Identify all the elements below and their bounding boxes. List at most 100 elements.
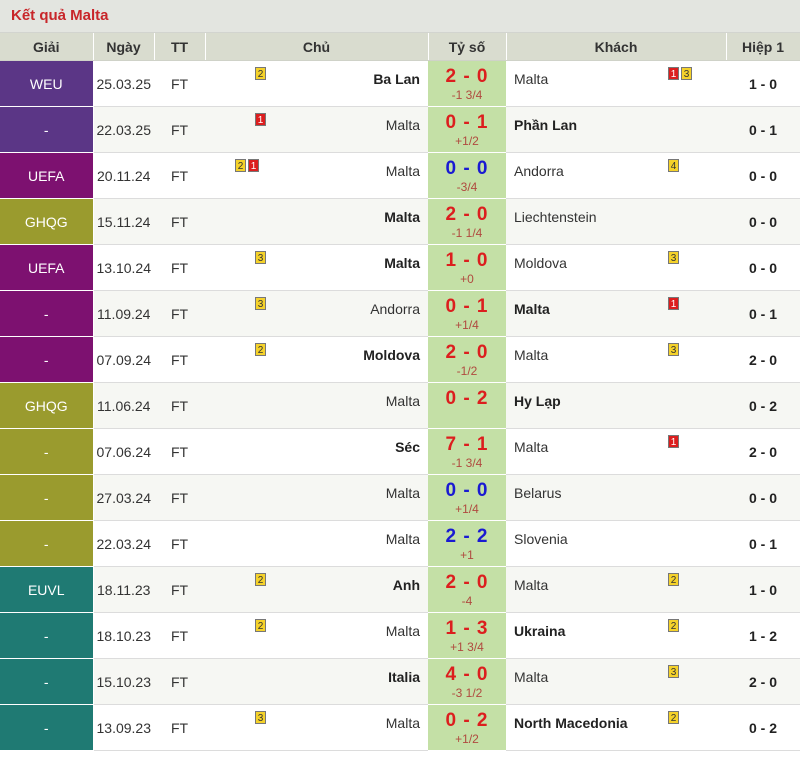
away-team-name[interactable]: Malta [514, 577, 548, 593]
handicap-line: +1/4 [455, 318, 479, 332]
match-status: FT [154, 474, 205, 521]
score-cell[interactable]: 2 - 0 -4 [428, 566, 506, 613]
table-row[interactable]: EUVL 18.11.23 FT 2 Anh 2 - 0 -4 Malta 2 1 - 0 [0, 566, 800, 613]
score-cell[interactable]: 1 - 3 +1 3/4 [428, 612, 506, 659]
table-row[interactable]: UEFA 20.11.24 FT 2 1 Malta 0 - 0 -3/4 Andorra 4 0 … [0, 152, 800, 199]
home-team-name[interactable]: Malta [386, 485, 420, 501]
table-row[interactable]: GHQG 11.06.24 FT Malta 0 - 2 Hy Lạp 0 - 2 [0, 382, 800, 429]
away-team-name[interactable]: Malta [514, 71, 548, 87]
yellow-card-count-icon: 3 [668, 251, 679, 264]
table-row[interactable]: UEFA 13.10.24 FT 3 Malta 1 - 0 +0 Moldova 3 0 - 0 [0, 244, 800, 291]
full-time-score: 2 - 0 [445, 342, 489, 363]
match-status: FT [154, 612, 205, 659]
away-team-name[interactable]: Moldova [514, 255, 567, 271]
score-cell[interactable]: 7 - 1 -1 3/4 [428, 428, 506, 475]
match-date: 20.11.24 [93, 152, 154, 199]
league-cell[interactable]: GHQG [0, 198, 94, 245]
away-team-name[interactable]: Malta [514, 301, 550, 317]
match-date: 07.09.24 [93, 336, 154, 383]
halftime-score: 0 - 0 [726, 152, 800, 199]
table-row[interactable]: -11.09.24 FT 3 Andorra 0 - 1 +1/4 Malta 1 0 - 1 [0, 290, 800, 337]
table-row[interactable]: WEU 25.03.25 FT 2 Ba Lan 2 - 0 -1 3/4 Malta 1 3 1 … [0, 60, 800, 107]
home-team-name[interactable]: Séc [395, 439, 420, 455]
league-cell[interactable]: WEU [0, 60, 94, 107]
score-cell[interactable]: 0 - 0 +1/4 [428, 474, 506, 521]
league-cell[interactable]: - [0, 428, 94, 475]
score-cell[interactable]: 0 - 2 +1/2 [428, 704, 506, 751]
score-cell[interactable]: 2 - 0 -1 1/4 [428, 198, 506, 245]
away-team-name[interactable]: Hy Lạp [514, 393, 561, 409]
score-cell[interactable]: 0 - 1 +1/4 [428, 290, 506, 337]
home-team-name[interactable]: Ba Lan [373, 71, 420, 87]
away-team-name[interactable]: Malta [514, 347, 548, 363]
home-team-name[interactable]: Moldova [363, 347, 420, 363]
home-team-name[interactable]: Malta [386, 117, 420, 133]
score-cell[interactable]: 2 - 0 -1/2 [428, 336, 506, 383]
col-header-away[interactable]: Khách [506, 33, 727, 61]
table-row[interactable]: -07.06.24 FT Séc 7 - 1 -1 3/4 Malta 1 2 - 0 [0, 428, 800, 475]
league-cell[interactable]: - [0, 106, 94, 153]
away-team-name[interactable]: Belarus [514, 485, 561, 501]
match-date: 15.10.23 [93, 658, 154, 705]
table-row[interactable]: -13.09.23 FT 3 Malta 0 - 2 +1/2 North Macedoni… [0, 704, 800, 751]
away-team-name[interactable]: North Macedonia [514, 715, 628, 731]
halftime-score: 0 - 1 [726, 106, 800, 153]
away-team-name[interactable]: Phần Lan [514, 117, 577, 133]
home-team-name[interactable]: Malta [384, 209, 420, 225]
away-team-name[interactable]: Slovenia [514, 531, 568, 547]
score-cell[interactable]: 1 - 0 +0 [428, 244, 506, 291]
table-row[interactable]: -07.09.24 FT 2 Moldova 2 - 0 -1/2 Malta 3 2 - 0 [0, 336, 800, 383]
score-cell[interactable]: 2 - 2 +1 [428, 520, 506, 567]
home-cards: 2 [255, 573, 266, 586]
league-cell[interactable]: - [0, 520, 94, 567]
home-team-name[interactable]: Andorra [370, 301, 420, 317]
away-team-name[interactable]: Andorra [514, 163, 564, 179]
home-team-name[interactable]: Malta [386, 163, 420, 179]
yellow-card-count-icon: 2 [668, 711, 679, 724]
col-header-league[interactable]: Giải [0, 33, 94, 61]
home-team-name[interactable]: Malta [386, 623, 420, 639]
away-team-name[interactable]: Liechtenstein [514, 209, 597, 225]
away-team-name[interactable]: Malta [514, 669, 548, 685]
home-team-name[interactable]: Malta [386, 393, 420, 409]
league-cell[interactable]: UEFA [0, 244, 94, 291]
score-cell[interactable]: 2 - 0 -1 3/4 [428, 60, 506, 107]
table-row[interactable]: -15.10.23 FT Italia 4 - 0 -3 1/2 Malta 3 2 - 0 [0, 658, 800, 705]
league-cell[interactable]: - [0, 704, 94, 751]
col-header-date[interactable]: Ngày [93, 33, 155, 61]
table-row[interactable]: GHQG 15.11.24 FT Malta 2 - 0 -1 1/4 Liechtenst… [0, 198, 800, 245]
score-cell[interactable]: 0 - 0 -3/4 [428, 152, 506, 199]
home-team-name[interactable]: Anh [393, 577, 420, 593]
league-cell[interactable]: EUVL [0, 566, 94, 613]
score-cell[interactable]: 4 - 0 -3 1/2 [428, 658, 506, 705]
away-team-cell: North Macedonia 2 [506, 704, 726, 751]
away-cards: 13 [668, 67, 692, 80]
league-cell[interactable]: - [0, 474, 94, 521]
home-cards: 3 [255, 251, 266, 264]
score-cell[interactable]: 0 - 2 [428, 382, 506, 429]
col-header-status[interactable]: TT [154, 33, 206, 61]
col-header-score[interactable]: Tỷ số [428, 33, 507, 61]
league-cell[interactable]: - [0, 612, 94, 659]
home-team-name[interactable]: Malta [384, 255, 420, 271]
away-team-cell: Malta 1 [506, 428, 726, 475]
league-cell[interactable]: UEFA [0, 152, 94, 199]
home-team-name[interactable]: Malta [386, 531, 420, 547]
table-row[interactable]: -22.03.25 FT 1 Malta 0 - 1 +1/2 Phần Lan 0 - 1 [0, 106, 800, 153]
table-row[interactable]: -18.10.23 FT 2 Malta 1 - 3 +1 3/4 Ukraina 2 1 - … [0, 612, 800, 659]
home-team-name[interactable]: Italia [388, 669, 420, 685]
handicap-line: -4 [461, 594, 473, 608]
table-row[interactable]: -27.03.24 FT Malta 0 - 0 +1/4 Belarus 0 - 0 [0, 474, 800, 521]
home-team-cell: 2 Malta [205, 612, 428, 659]
col-header-halftime[interactable]: Hiệp 1 [726, 33, 800, 61]
score-cell[interactable]: 0 - 1 +1/2 [428, 106, 506, 153]
league-cell[interactable]: GHQG [0, 382, 94, 429]
away-team-name[interactable]: Ukraina [514, 623, 565, 639]
away-team-name[interactable]: Malta [514, 439, 548, 455]
league-cell[interactable]: - [0, 658, 94, 705]
league-cell[interactable]: - [0, 290, 94, 337]
home-team-name[interactable]: Malta [386, 715, 420, 731]
league-cell[interactable]: - [0, 336, 94, 383]
table-row[interactable]: -22.03.24 FT Malta 2 - 2 +1 Slovenia 0 - 1 [0, 520, 800, 567]
col-header-home[interactable]: Chủ [205, 33, 429, 61]
